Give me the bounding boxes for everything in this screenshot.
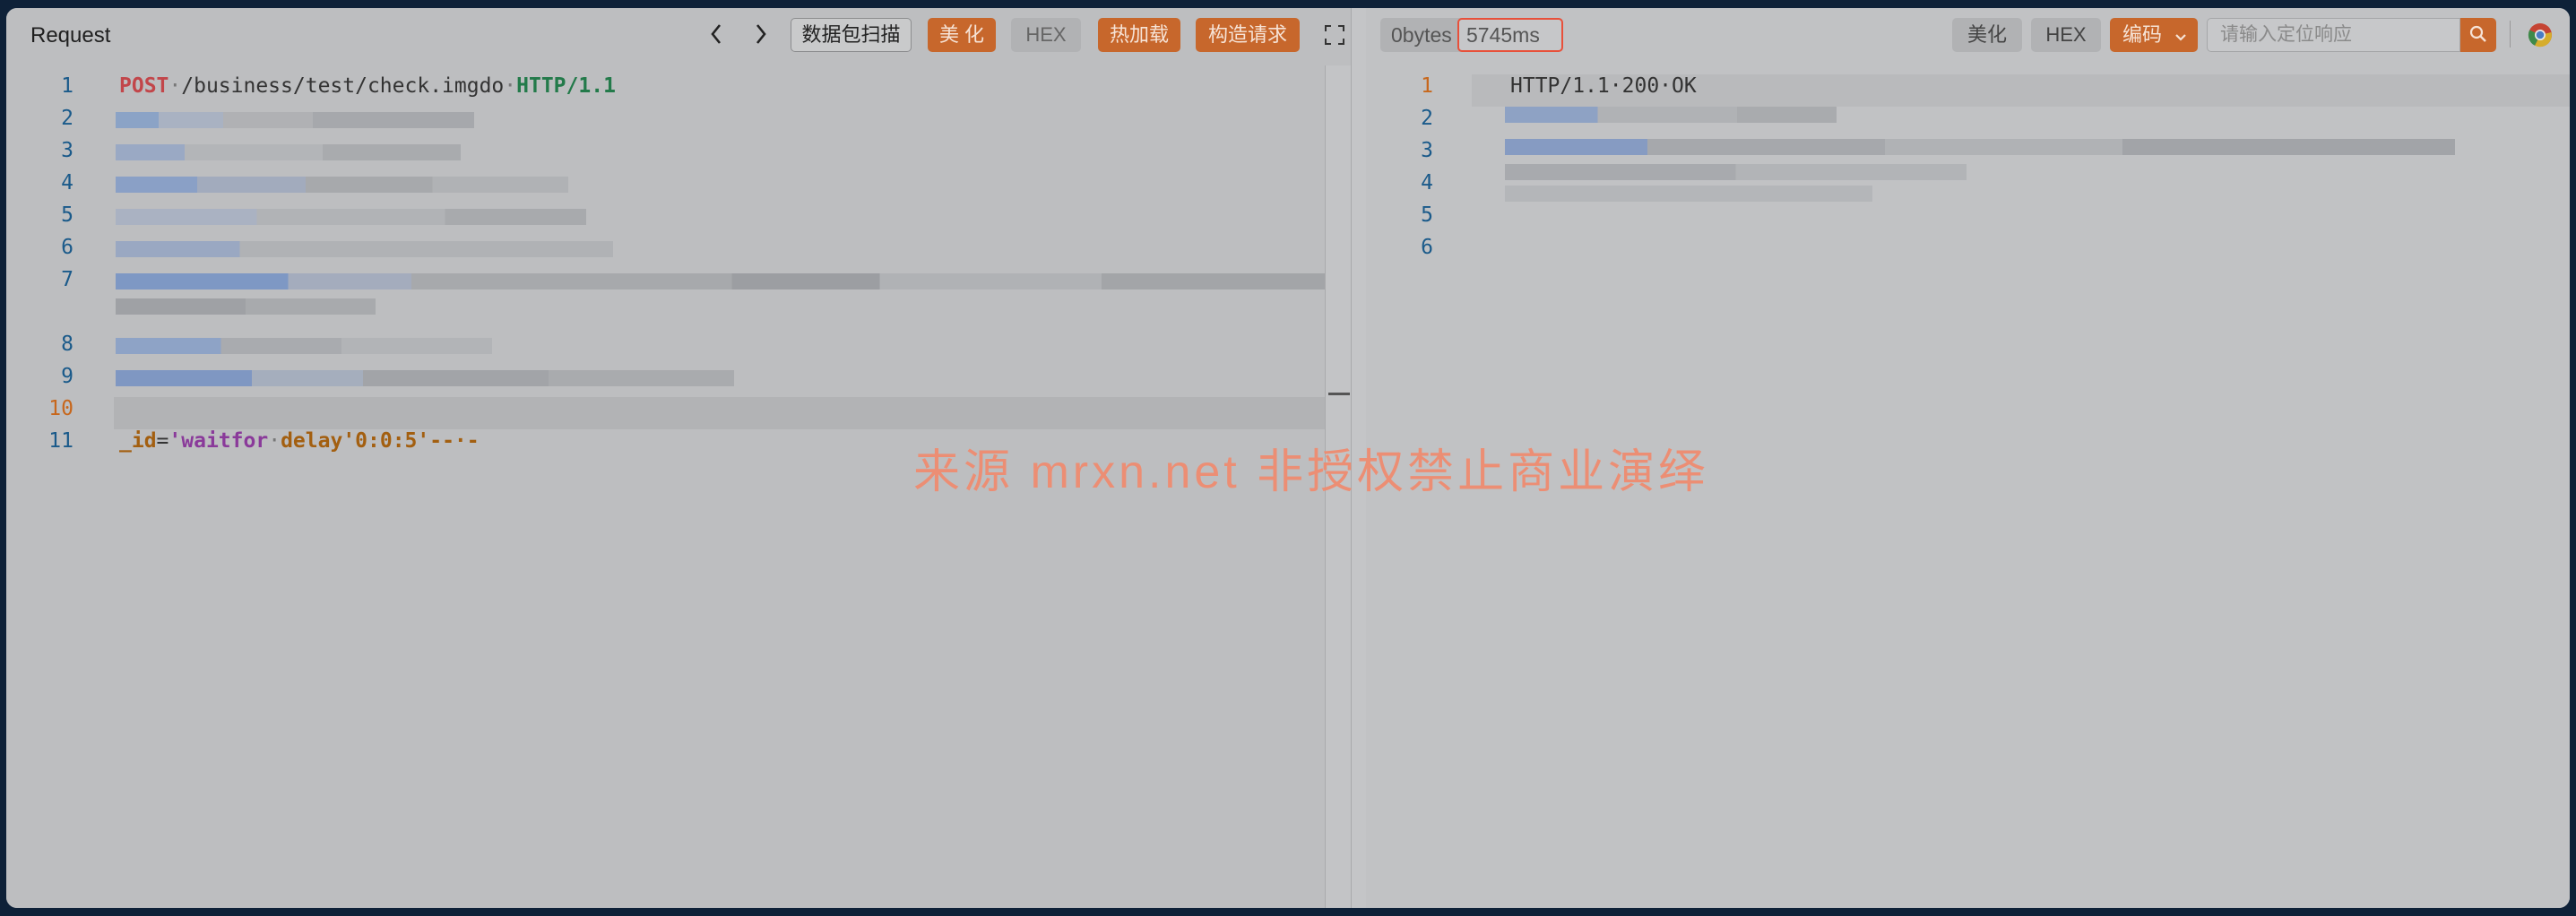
- http-protocol: HTTP/1.1: [516, 74, 616, 98]
- toolbar-separator: [2510, 21, 2511, 48]
- search-icon: [2469, 25, 2487, 49]
- chevron-right-icon[interactable]: [753, 22, 769, 50]
- line-number: 10: [48, 397, 73, 420]
- chrome-browser-icon[interactable]: [2528, 22, 2553, 48]
- line-number: 4: [1421, 171, 1433, 194]
- line-number: 5: [1421, 203, 1433, 227]
- line-number: 6: [61, 236, 73, 259]
- search-button[interactable]: [2460, 18, 2496, 52]
- line-number: 9: [61, 365, 73, 388]
- line-number: 2: [1421, 107, 1433, 130]
- chevron-left-icon[interactable]: [708, 22, 724, 50]
- line-number: 11: [48, 429, 73, 453]
- response-toolbar: 0bytes / 5745ms 美化 HEX 编码 请输入定位响应: [1366, 8, 2570, 65]
- response-beautify-button[interactable]: 美化: [1952, 18, 2022, 52]
- current-line-highlight: [114, 397, 1326, 429]
- watermark-text: 来源 mrxn.net 非授权禁止商业演绎: [913, 446, 1709, 498]
- scroll-marker: [1328, 393, 1350, 395]
- fullscreen-icon[interactable]: [1325, 25, 1344, 45]
- line-number: 4: [61, 171, 73, 194]
- response-search-input[interactable]: 请输入定位响应: [2207, 18, 2460, 52]
- request-title: Request: [30, 23, 111, 48]
- line-number: 3: [61, 139, 73, 162]
- hex-button[interactable]: HEX: [1011, 18, 1081, 52]
- response-time: 5745ms: [1457, 18, 1563, 52]
- request-body-line: _id='waitfor·delay'0:0:5'--·-: [119, 429, 480, 453]
- encoding-dropdown[interactable]: 编码: [2110, 18, 2198, 52]
- line-number: 1: [1421, 74, 1433, 98]
- line-number: 8: [61, 333, 73, 356]
- packet-scan-button[interactable]: 数据包扫描: [791, 18, 912, 52]
- beautify-button[interactable]: 美 化: [928, 18, 996, 52]
- response-hex-button[interactable]: HEX: [2031, 18, 2101, 52]
- hot-load-button[interactable]: 热加载: [1098, 18, 1180, 52]
- request-line: POST·/business/test/check.imgdo·HTTP/1.1: [119, 74, 616, 98]
- line-number: 6: [1421, 236, 1433, 259]
- line-number: 2: [61, 107, 73, 130]
- line-number: 3: [1421, 139, 1433, 162]
- line-number: 5: [61, 203, 73, 227]
- http-viewer-window: Request 数据包扫描 美 化 HEX 热加载 构造请求 1 2 3 4 5…: [6, 8, 2570, 908]
- line-number: 1: [61, 74, 73, 98]
- construct-request-button[interactable]: 构造请求: [1196, 18, 1300, 52]
- request-path: /business/test/check.imgdo: [181, 74, 505, 98]
- line-number: 7: [61, 268, 73, 291]
- http-method: POST: [119, 74, 169, 98]
- chevron-down-icon: [2174, 19, 2187, 53]
- param-name: _id: [119, 429, 157, 453]
- status-line: HTTP/1.1·200·OK: [1510, 74, 1697, 98]
- request-toolbar: Request 数据包扫描 美 化 HEX 热加载 构造请求: [6, 8, 1351, 65]
